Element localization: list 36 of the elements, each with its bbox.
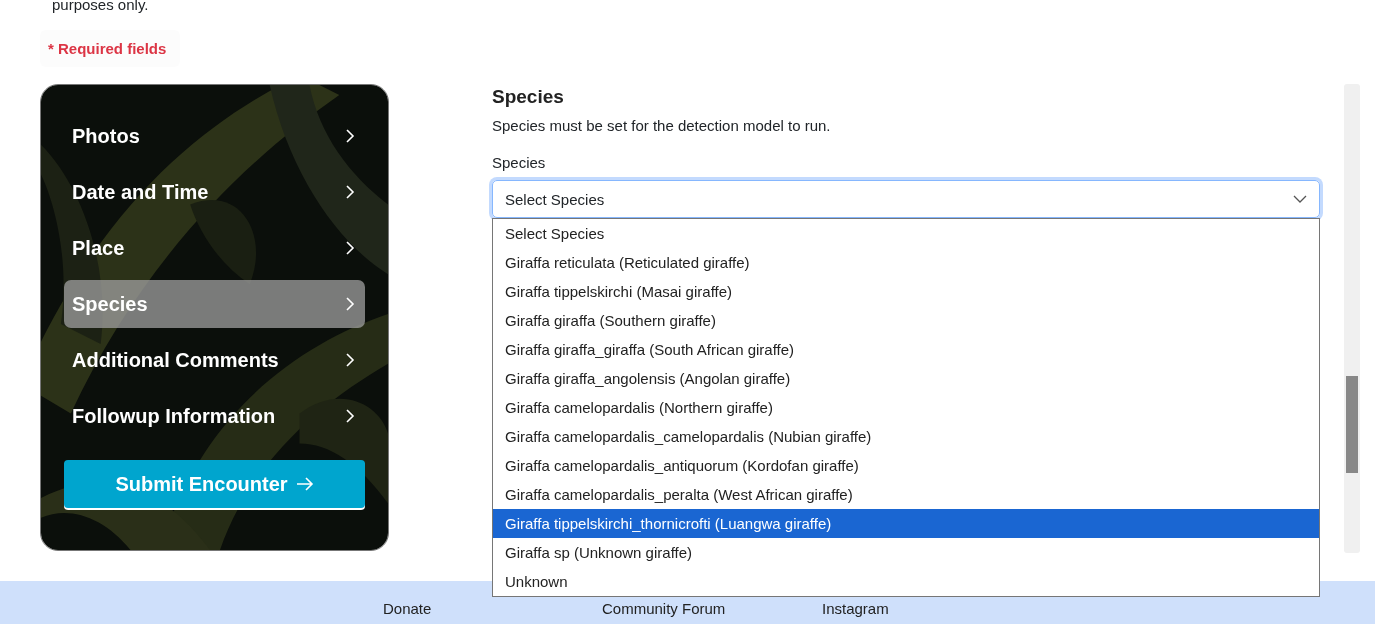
dropdown-option[interactable]: Giraffa camelopardalis (Northern giraffe) <box>493 393 1319 422</box>
dropdown-option[interactable]: Giraffa camelopardalis_peralta (West African giraffe) <box>493 480 1319 509</box>
scrollbar-thumb[interactable] <box>1346 376 1358 473</box>
sidebar-item[interactable]: Species <box>64 280 365 328</box>
sidebar-item[interactable]: Followup Information <box>64 392 365 440</box>
chevron-right-icon <box>345 296 355 312</box>
arrow-right-icon <box>295 477 314 491</box>
field-label: Species <box>492 154 547 171</box>
dropdown-option[interactable]: Giraffa reticulata (Reticulated giraffe) <box>493 248 1319 277</box>
dropdown-option[interactable]: Giraffa sp (Unknown giraffe) <box>493 538 1319 567</box>
footer-link[interactable]: Community Forum <box>602 600 726 617</box>
dropdown-option[interactable]: Giraffa tippelskirchi (Masai giraffe) <box>493 277 1319 306</box>
section-title: Species <box>492 86 565 108</box>
dropdown-option[interactable]: Giraffa camelopardalis_antiquorum (Kordofan giraffe) <box>493 451 1319 480</box>
sidebar-item[interactable]: Date and Time <box>64 168 365 216</box>
sidebar-item[interactable]: Photos <box>64 112 365 160</box>
dropdown-option[interactable]: Select Species <box>493 219 1319 248</box>
chevron-right-icon <box>345 128 355 144</box>
dropdown-option[interactable]: Giraffa giraffa (Southern giraffe) <box>493 306 1319 335</box>
scrollbar[interactable] <box>1344 84 1360 553</box>
footer-link[interactable]: Instagram <box>822 600 889 617</box>
sidebar-item[interactable]: Place <box>64 224 365 272</box>
footer-link[interactable]: Donate <box>383 600 432 617</box>
dropdown-option[interactable]: Giraffa giraffa_giraffa (South African giraffe) <box>493 335 1319 364</box>
dropdown-option[interactable]: Giraffa camelopardalis_camelopardalis (Nubian giraffe) <box>493 422 1319 451</box>
species-select[interactable]: Select Species <box>492 180 1320 218</box>
chevron-right-icon <box>345 408 355 424</box>
chevron-right-icon <box>345 352 355 368</box>
chevron-right-icon <box>345 184 355 200</box>
chevron-down-icon <box>1293 195 1307 203</box>
dropdown-option[interactable]: Giraffa giraffa_angolensis (Angolan giraffe) <box>493 364 1319 393</box>
dropdown-option[interactable]: Giraffa tippelskirchi_thornicrofti (Luangwa giraffe) <box>493 509 1319 538</box>
sidebar-item[interactable]: Additional Comments <box>64 336 365 384</box>
section-description: Species must be set for the detection model to run. <box>492 117 832 134</box>
chevron-right-icon <box>345 240 355 256</box>
dropdown-option[interactable]: Unknown <box>493 567 1319 596</box>
